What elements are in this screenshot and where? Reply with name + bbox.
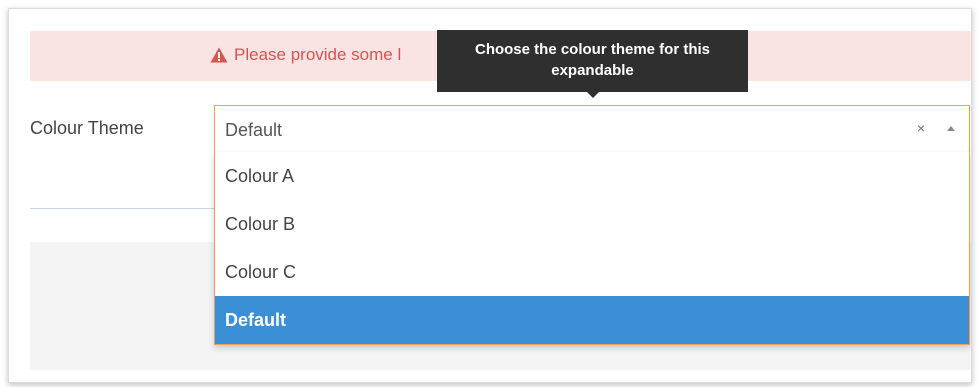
section-divider — [30, 208, 240, 209]
alert-content: Please provide some l — [210, 45, 401, 68]
option-colour-b[interactable]: Colour B — [215, 200, 969, 248]
form-frame: Please provide some l Colour Theme Defau… — [8, 8, 972, 383]
tooltip: Choose the colour theme for this expanda… — [437, 30, 748, 92]
caret-up-icon[interactable] — [947, 126, 955, 131]
colour-theme-dropdown: Colour A Colour B Colour C Default — [214, 152, 970, 345]
tooltip-arrow — [587, 92, 599, 98]
warning-icon — [210, 47, 228, 68]
colour-theme-select[interactable]: Default × — [214, 105, 970, 153]
alert-message: Please provide some l — [234, 45, 402, 64]
tooltip-line-2: expandable — [551, 62, 634, 79]
option-colour-a[interactable]: Colour A — [215, 152, 969, 200]
option-default[interactable]: Default — [215, 296, 969, 344]
select-current-value: Default — [225, 120, 283, 140]
clear-icon[interactable]: × — [917, 118, 925, 138]
colour-theme-label: Colour Theme — [30, 118, 144, 138]
option-colour-c[interactable]: Colour C — [215, 248, 969, 296]
tooltip-line-1: Choose the colour theme for this — [474, 41, 711, 58]
